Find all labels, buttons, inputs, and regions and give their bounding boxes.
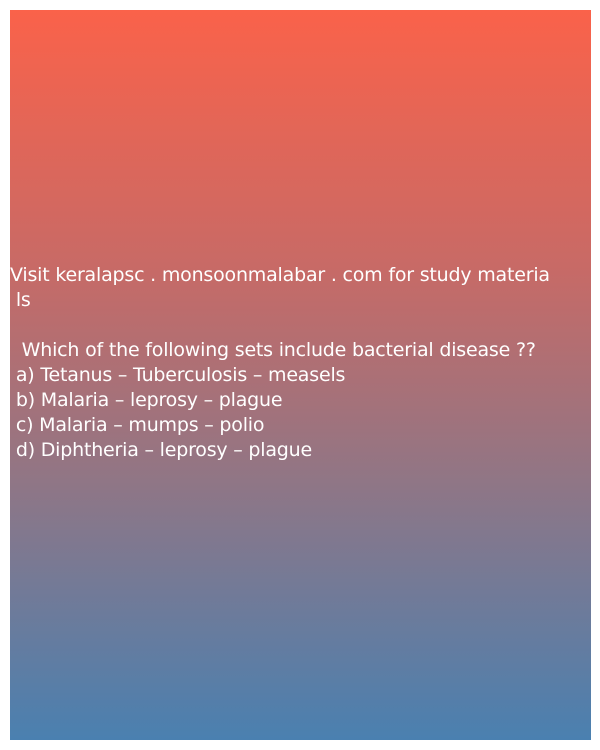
- promo-text-line-1: Visit keralapsc . monsoonmalabar . com f…: [10, 264, 550, 286]
- option-a: a) Tetanus – Tuberculosis – measels: [10, 364, 346, 386]
- question-text: Which of the following sets include bact…: [10, 339, 536, 361]
- question-card: Visit keralapsc . monsoonmalabar . com f…: [10, 10, 591, 740]
- card-content: Visit keralapsc . monsoonmalabar . com f…: [10, 263, 591, 463]
- option-c: c) Malaria – mumps – polio: [10, 414, 265, 436]
- option-d: d) Diphtheria – leprosy – plague: [10, 439, 313, 461]
- option-b: b) Malaria – leprosy – plague: [10, 389, 283, 411]
- promo-text-line-2: ls: [10, 289, 31, 311]
